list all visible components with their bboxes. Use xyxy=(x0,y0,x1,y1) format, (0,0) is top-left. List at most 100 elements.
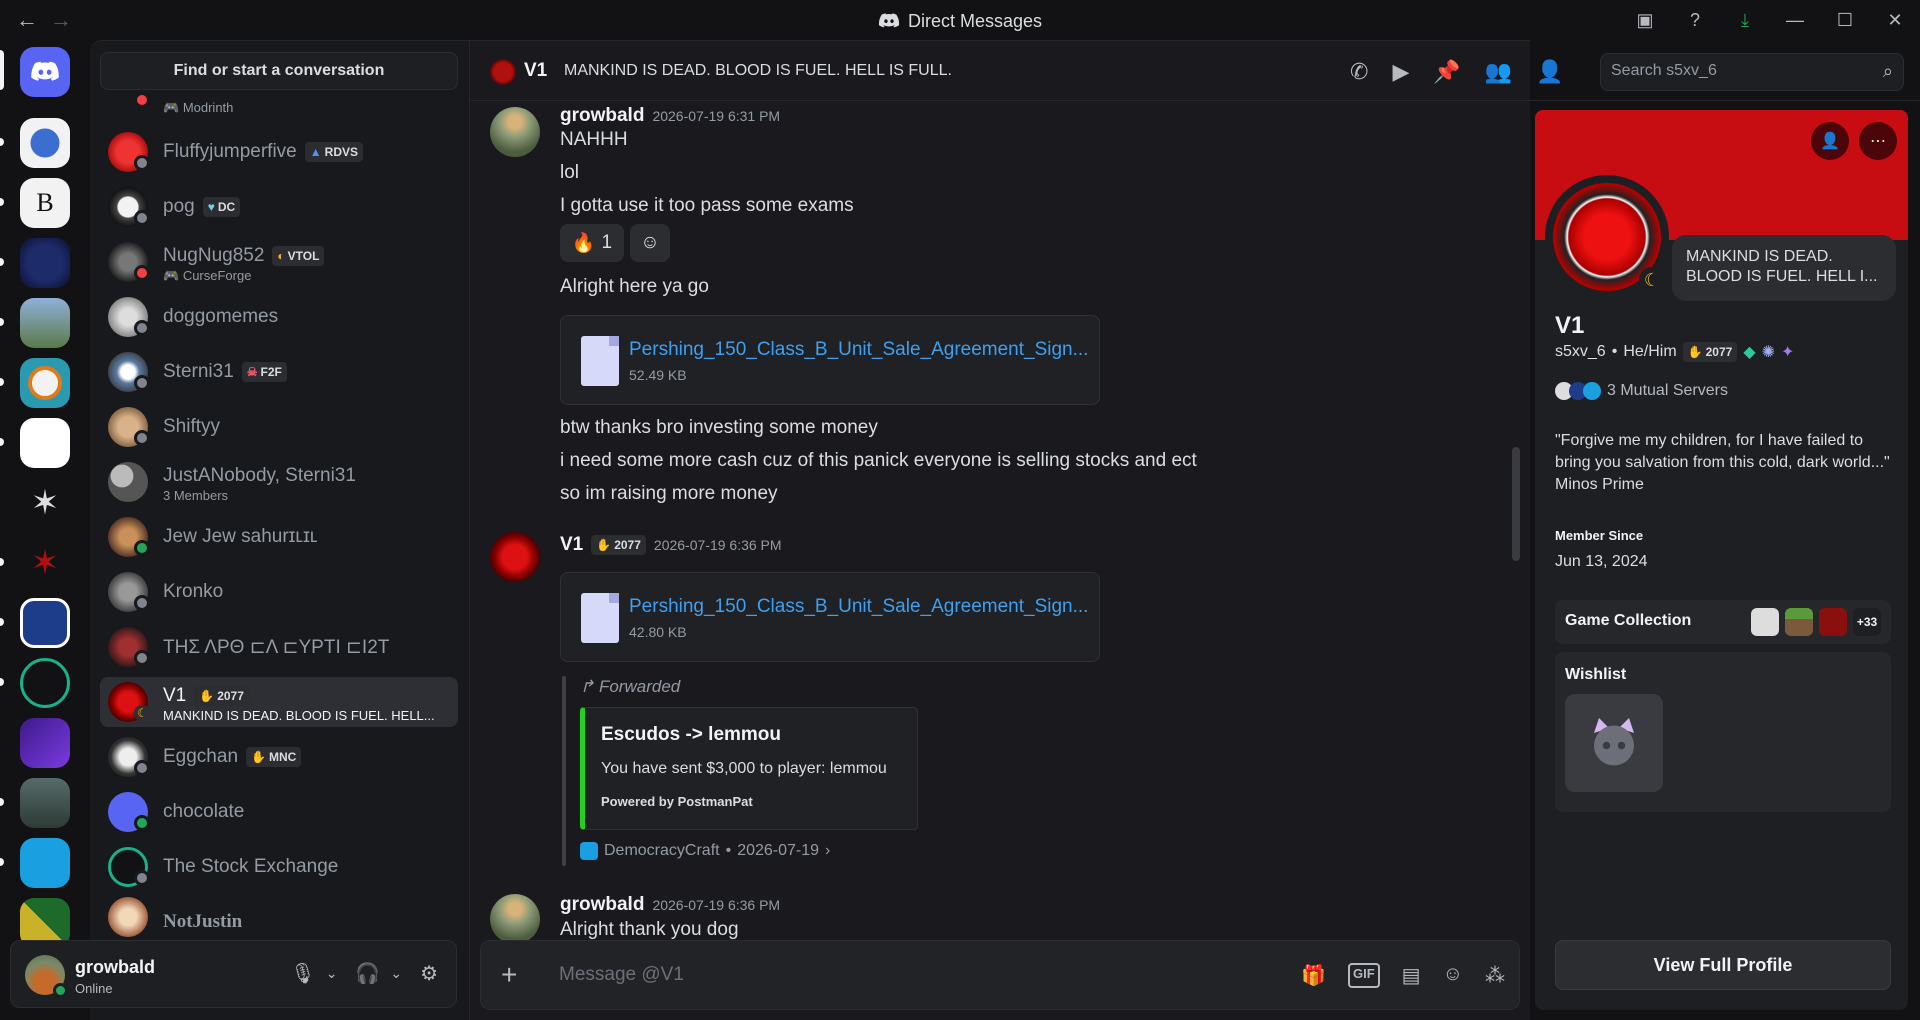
download-icon[interactable]: ⤓ xyxy=(1720,0,1770,40)
dm-item[interactable]: pog ♥ DC xyxy=(100,182,458,232)
add-reaction-icon[interactable]: ☺ xyxy=(630,224,670,262)
game-icon[interactable] xyxy=(1819,608,1847,636)
dm-item[interactable]: Sterni31 ☠ F2F xyxy=(100,347,458,397)
chevron-down-icon[interactable]: ⌄ xyxy=(326,965,338,982)
file-attachment[interactable]: Pershing_150_Class_B_Unit_Sale_Agreement… xyxy=(560,315,1100,405)
wishlist-item[interactable] xyxy=(1565,694,1663,792)
server-icon[interactable] xyxy=(20,298,70,348)
voice-call-icon[interactable]: ✆ xyxy=(1350,59,1368,85)
avatar[interactable] xyxy=(490,107,540,157)
headphones-icon[interactable]: 🎧 xyxy=(355,961,380,986)
back-arrow-icon[interactable]: ← xyxy=(16,8,38,32)
author-name[interactable]: growbald xyxy=(560,105,644,127)
badge-icon[interactable]: ✦ xyxy=(1781,342,1794,362)
search-input[interactable]: Search s5xv_6 ⌕ xyxy=(1600,53,1904,91)
dm-name: NotJustin xyxy=(163,911,243,932)
dm-item[interactable]: NotJustin xyxy=(100,897,458,937)
dm-item[interactable]: Shiftyy xyxy=(100,402,458,452)
user-name[interactable]: growbald xyxy=(75,957,155,978)
game-icon[interactable] xyxy=(1751,608,1779,636)
dm-item[interactable]: doggomemes xyxy=(100,292,458,342)
author-name[interactable]: growbald xyxy=(560,894,644,916)
server-icon[interactable]: B xyxy=(20,178,70,228)
close-icon[interactable]: ✕ xyxy=(1870,0,1920,40)
server-icon[interactable] xyxy=(20,238,70,288)
add-attachment-icon[interactable]: + xyxy=(501,961,517,989)
help-icon[interactable]: ? xyxy=(1670,0,1720,40)
forward-arrow-icon[interactable]: → xyxy=(50,8,72,32)
discord-home-icon[interactable] xyxy=(20,47,70,97)
server-icon[interactable] xyxy=(20,718,70,768)
game-collection-card[interactable]: Game Collection +33 xyxy=(1555,600,1891,644)
file-name-link[interactable]: Pershing_150_Class_B_Unit_Sale_Agreement… xyxy=(629,339,1089,361)
author-name[interactable]: V1 xyxy=(560,534,583,556)
wishlist-card: Wishlist xyxy=(1555,652,1891,812)
forwarded-embed: Escudos -> lemmou You have sent $3,000 t… xyxy=(580,707,918,830)
gif-icon[interactable]: GIF xyxy=(1348,963,1380,988)
game-more-count[interactable]: +33 xyxy=(1853,608,1881,636)
view-full-profile-button[interactable]: View Full Profile xyxy=(1555,940,1891,990)
minimize-icon[interactable]: — xyxy=(1770,0,1820,40)
dm-item[interactable]: 🎮 Modrinth xyxy=(100,92,458,122)
badge-icon[interactable]: ◆ xyxy=(1743,342,1755,362)
reaction-fire[interactable]: 🔥 1 xyxy=(560,224,624,262)
message-input[interactable]: Message @V1 xyxy=(559,964,684,986)
channel-name[interactable]: V1 xyxy=(524,60,547,82)
server-icon[interactable]: ✶ xyxy=(20,538,70,588)
avatar[interactable] xyxy=(490,532,540,582)
dm-item[interactable]: Kronko xyxy=(100,567,458,617)
forward-source[interactable]: DemocracyCraft • 2026-07-19 › xyxy=(580,842,830,860)
sticker-icon[interactable]: ▤ xyxy=(1402,963,1421,988)
embed-description: You have sent $3,000 to player: lemmou xyxy=(601,760,887,777)
server-icon[interactable] xyxy=(20,778,70,828)
add-friend-icon[interactable]: 👤 xyxy=(1811,122,1849,160)
dm-item[interactable]: Eggchan ✋ MNC xyxy=(100,732,458,782)
video-call-icon[interactable]: ▶ xyxy=(1392,59,1409,85)
file-attachment[interactable]: Pershing_150_Class_B_Unit_Sale_Agreement… xyxy=(560,572,1100,662)
server-icon[interactable] xyxy=(20,598,70,648)
server-icon[interactable] xyxy=(20,838,70,888)
server-icon[interactable] xyxy=(20,658,70,708)
dm-item-active[interactable]: ☾ V1 ✋ 2077 MANKIND IS DEAD. BLOOD IS FUEL… xyxy=(100,677,458,727)
mutual-servers[interactable]: 3 Mutual Servers xyxy=(1555,382,1728,400)
game-icon[interactable] xyxy=(1785,608,1813,636)
more-options-icon[interactable]: ⋯ xyxy=(1859,122,1897,160)
profile-panel: 👤 ⋯ ☾ MANKIND IS DEAD. BLOOD IS FUEL. HE… xyxy=(1535,110,1908,1010)
dm-item[interactable]: The Stock Exchange xyxy=(100,842,458,892)
microphone-icon[interactable]: 🎙 xyxy=(290,961,315,986)
settings-gear-icon[interactable]: ⚙ xyxy=(420,961,438,986)
server-icon[interactable] xyxy=(20,358,70,408)
dm-item[interactable]: Fluffyjumperfive ▲ RDVS xyxy=(100,127,458,177)
emoji-icon[interactable]: ☺ xyxy=(1443,963,1463,988)
scrollbar[interactable] xyxy=(1512,447,1520,561)
avatar[interactable] xyxy=(490,894,540,941)
server-icon[interactable] xyxy=(20,118,70,168)
timestamp: 2026-07-19 6:31 PM xyxy=(652,108,781,124)
chevron-down-icon[interactable]: ⌄ xyxy=(390,965,402,982)
message-text: btw thanks bro investing some money xyxy=(560,417,878,438)
profile-avatar[interactable]: ☾ xyxy=(1545,175,1669,299)
server-icon[interactable]: ✶ xyxy=(20,478,70,528)
apps-icon[interactable]: ⁂ xyxy=(1485,963,1505,988)
maximize-icon[interactable]: ☐ xyxy=(1820,0,1870,40)
guild-tag[interactable]: ✋ 2077 xyxy=(1682,342,1738,362)
message-composer[interactable]: + Message @V1 🎁 GIF ▤ ☺ ⁂ xyxy=(480,940,1520,1010)
dm-item[interactable]: Jew Jew sahurɪʟɪʟ xyxy=(100,512,458,562)
badge-icon[interactable]: ✺ xyxy=(1762,342,1775,362)
find-conversation-button[interactable]: Find or start a conversation xyxy=(100,52,458,90)
server-rail: B ✶ ✶ xyxy=(0,40,88,1020)
dm-item[interactable]: NugNug852 ◐ VTOL 🎮 CurseForge xyxy=(100,237,458,287)
inbox-icon[interactable]: ▣ xyxy=(1620,0,1670,40)
dm-item[interactable]: JustANobody, Sterni31 3 Members xyxy=(100,457,458,507)
server-icon[interactable] xyxy=(20,418,70,468)
add-friends-icon[interactable]: 👥 xyxy=(1485,59,1512,85)
profile-bio: "Forgive me my children, for I have fail… xyxy=(1555,432,1890,493)
user-profile-icon[interactable]: 👤 xyxy=(1536,59,1563,85)
file-name-link[interactable]: Pershing_150_Class_B_Unit_Sale_Agreement… xyxy=(629,596,1089,618)
pin-icon[interactable]: 📌 xyxy=(1433,59,1460,85)
profile-username[interactable]: s5xv_6 xyxy=(1555,343,1606,361)
custom-status-bubble[interactable]: MANKIND IS DEAD. BLOOD IS FUEL. HELL I..… xyxy=(1672,235,1896,301)
dm-item[interactable]: chocolate xyxy=(100,787,458,837)
gift-icon[interactable]: 🎁 xyxy=(1301,963,1326,988)
dm-item[interactable]: ΤΗΣ ΛΡΘ ⊏Λ ⊏ΥΡΤΙ ⊏Ι2Τ xyxy=(100,622,458,672)
